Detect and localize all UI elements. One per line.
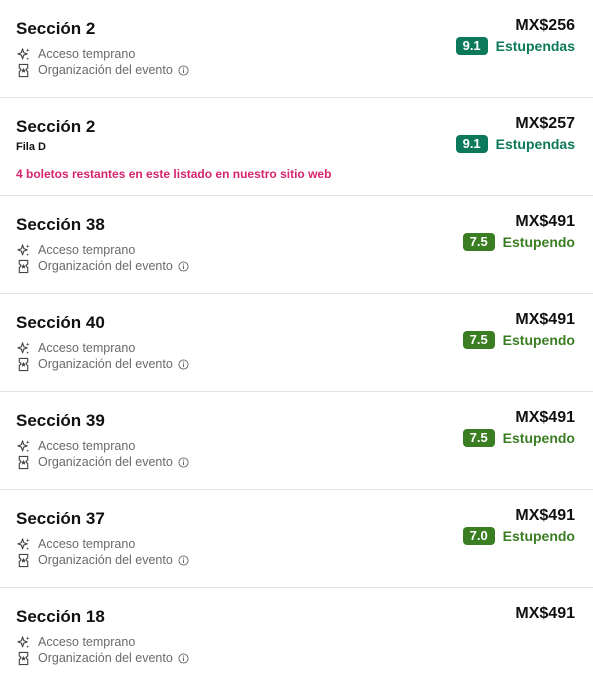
- row-label: Fila D: [16, 141, 46, 153]
- ticket-icon: [18, 259, 29, 273]
- ticket-icon: [18, 357, 29, 371]
- feature-early-access: Acceso temprano: [16, 242, 135, 258]
- ticket-icon: [18, 63, 29, 77]
- info-icon[interactable]: [178, 260, 189, 272]
- feature-early-access: Acceso temprano: [16, 340, 135, 356]
- rating-label: Estupendo: [502, 332, 575, 348]
- price: MX$491: [515, 311, 575, 328]
- listing-row[interactable]: Sección 40 Acceso temprano Organización de…: [0, 294, 593, 392]
- feature-event-organization: Organización del evento: [16, 258, 189, 274]
- feature-early-access: Acceso temprano: [16, 438, 135, 454]
- tickets-remaining-notice: 4 boletos restantes en este listado en n…: [16, 167, 332, 181]
- feature-label: Organización del evento: [38, 357, 173, 371]
- price: MX$256: [515, 17, 575, 34]
- ticket-listing-list: Sección 2 Acceso temprano Organización del…: [0, 0, 593, 686]
- feature-label: Acceso temprano: [38, 243, 136, 257]
- rating-score-badge: 9.1: [455, 37, 488, 55]
- feature-event-organization: Organización del evento: [16, 552, 189, 568]
- rating-score-badge: 7.0: [462, 527, 495, 545]
- rating-label: Estupendas: [495, 136, 575, 152]
- rating-score-badge: 7.5: [462, 331, 495, 349]
- feature-label: Organización del evento: [38, 553, 173, 567]
- deal-rating: 7.5 Estupendo: [462, 331, 575, 349]
- section-name: Sección 40: [16, 313, 105, 332]
- feature-event-organization: Organización del evento: [16, 650, 189, 666]
- rating-label: Estupendo: [502, 234, 575, 250]
- sparkle-icon: [17, 243, 30, 256]
- info-icon[interactable]: [178, 652, 189, 664]
- feature-label: Organización del evento: [38, 651, 173, 665]
- deal-rating: 7.0 Estupendo: [462, 527, 575, 545]
- feature-label: Acceso temprano: [38, 439, 136, 453]
- deal-rating: 9.1 Estupendas: [455, 135, 575, 153]
- section-name: Sección 37: [16, 509, 105, 528]
- feature-early-access: Acceso temprano: [16, 46, 135, 62]
- price: MX$257: [515, 115, 575, 132]
- listing-row[interactable]: Sección 38 Acceso temprano Organización de…: [0, 196, 593, 294]
- price: MX$491: [515, 507, 575, 524]
- info-icon[interactable]: [178, 554, 189, 566]
- rating-score-badge: 7.5: [462, 233, 495, 251]
- rating-label: Estupendas: [495, 38, 575, 54]
- deal-rating: 7.5 Estupendo: [462, 233, 575, 251]
- feature-label: Organización del evento: [38, 455, 173, 469]
- section-name: Sección 18: [16, 607, 105, 626]
- feature-label: Organización del evento: [38, 63, 173, 77]
- section-name: Sección 2: [16, 19, 96, 38]
- sparkle-icon: [17, 635, 30, 648]
- section-name: Sección 2: [16, 117, 96, 136]
- section-name: Sección 39: [16, 411, 105, 430]
- listing-row[interactable]: Sección 2 Acceso temprano Organización del…: [0, 0, 593, 98]
- price: MX$491: [515, 409, 575, 426]
- sparkle-icon: [17, 341, 30, 354]
- deal-rating: 7.5 Estupendo: [462, 429, 575, 447]
- rating-score-badge: 7.5: [462, 429, 495, 447]
- rating-label: Estupendo: [502, 528, 575, 544]
- ticket-icon: [18, 455, 29, 469]
- feature-event-organization: Organización del evento: [16, 62, 189, 78]
- sparkle-icon: [17, 439, 30, 452]
- info-icon[interactable]: [178, 456, 189, 468]
- sparkle-icon: [17, 537, 30, 550]
- rating-score-badge: 9.1: [455, 135, 488, 153]
- deal-rating: 9.1 Estupendas: [455, 37, 575, 55]
- feature-early-access: Acceso temprano: [16, 536, 135, 552]
- feature-label: Acceso temprano: [38, 47, 136, 61]
- price: MX$491: [515, 605, 575, 622]
- listing-row[interactable]: Sección 18 Acceso temprano Organización de…: [0, 588, 593, 686]
- sparkle-icon: [17, 47, 30, 60]
- listing-row[interactable]: Sección 2 Fila D 4 boletos restantes en es…: [0, 98, 593, 196]
- rating-label: Estupendo: [502, 430, 575, 446]
- listing-row[interactable]: Sección 37 Acceso temprano Organización de…: [0, 490, 593, 588]
- feature-label: Acceso temprano: [38, 341, 136, 355]
- info-icon[interactable]: [178, 358, 189, 370]
- feature-early-access: Acceso temprano: [16, 634, 135, 650]
- feature-event-organization: Organización del evento: [16, 356, 189, 372]
- listing-row[interactable]: Sección 39 Acceso temprano Organización de…: [0, 392, 593, 490]
- feature-label: Organización del evento: [38, 259, 173, 273]
- price: MX$491: [515, 213, 575, 230]
- feature-label: Acceso temprano: [38, 635, 136, 649]
- feature-label: Acceso temprano: [38, 537, 136, 551]
- section-name: Sección 38: [16, 215, 105, 234]
- ticket-icon: [18, 553, 29, 567]
- info-icon[interactable]: [178, 64, 189, 76]
- ticket-icon: [18, 651, 29, 665]
- feature-event-organization: Organización del evento: [16, 454, 189, 470]
